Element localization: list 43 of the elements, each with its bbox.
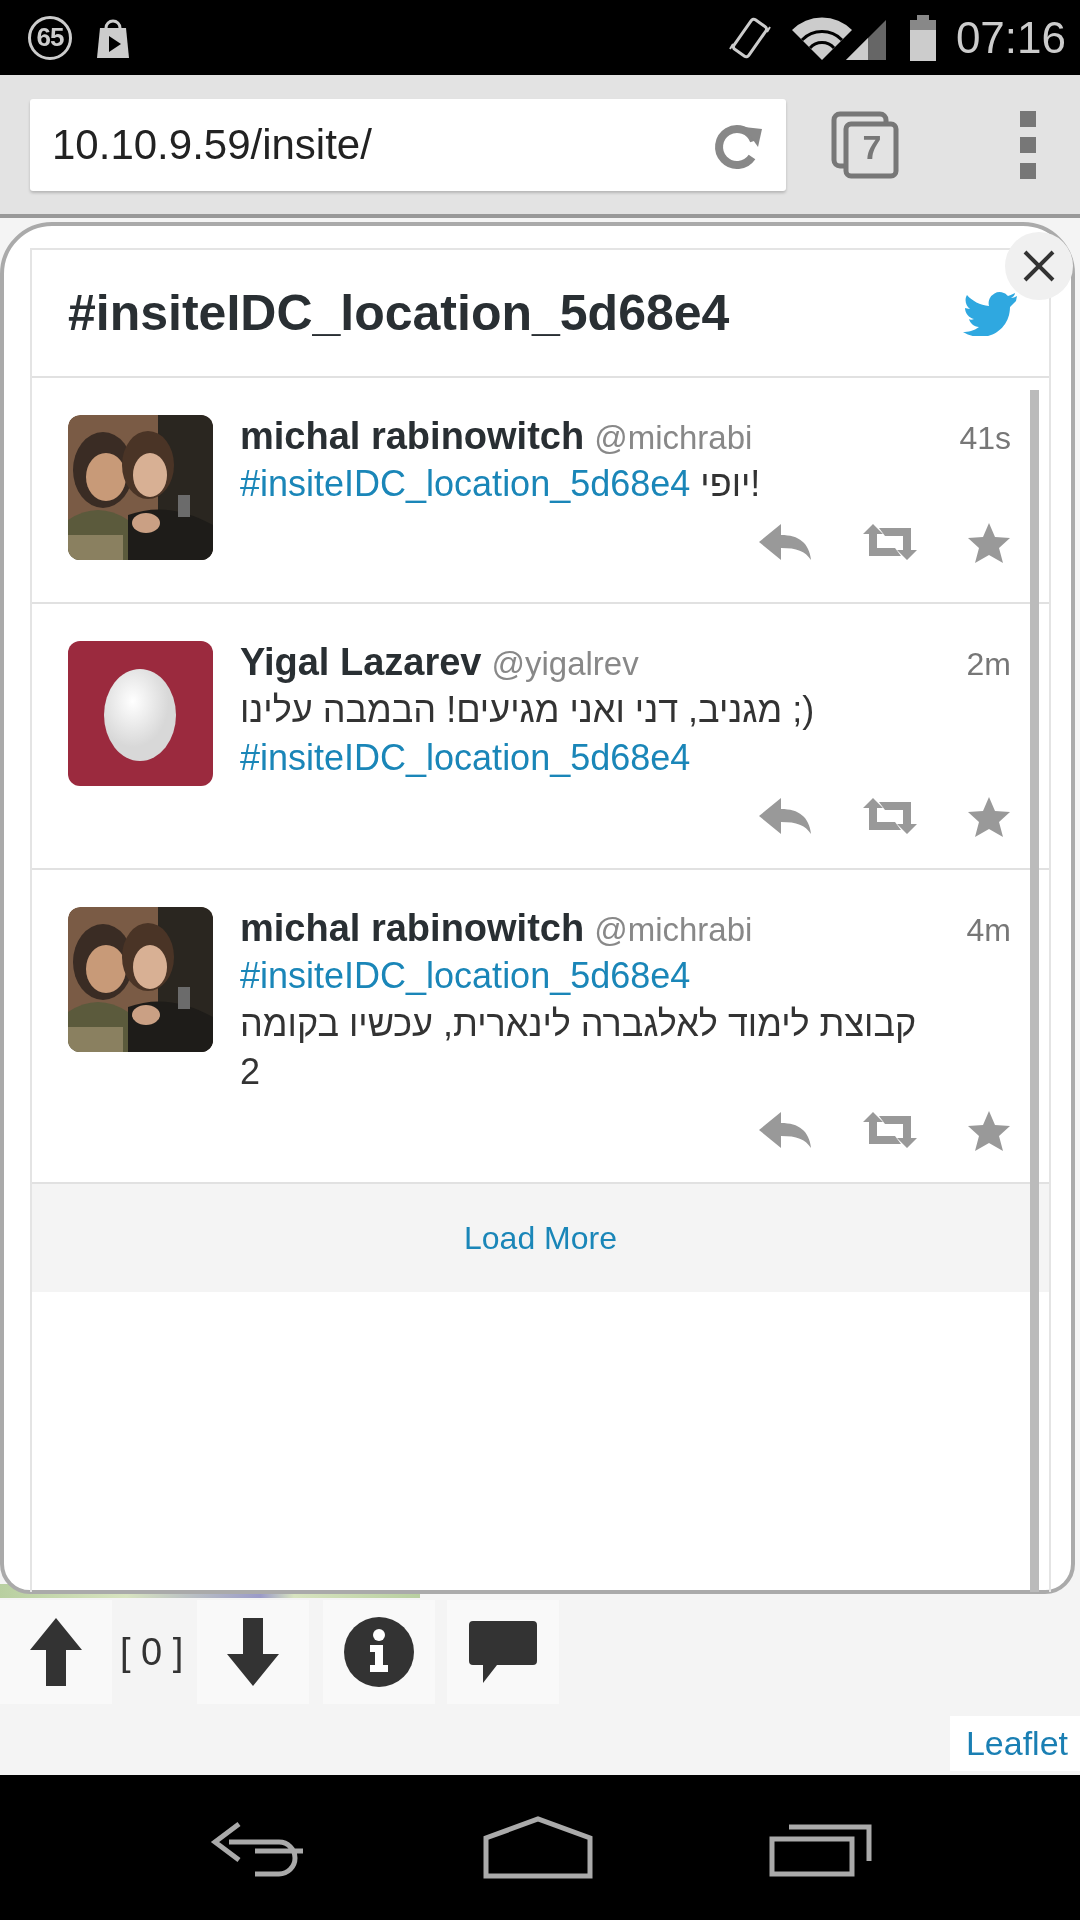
tweet-time[interactable]: 41s xyxy=(959,420,1011,457)
author-handle[interactable]: @yigalrev xyxy=(491,645,957,683)
home-icon[interactable] xyxy=(482,1815,594,1880)
up-arrow-icon xyxy=(28,1616,84,1688)
tabs-icon xyxy=(830,109,900,180)
tweet-time[interactable]: 4m xyxy=(966,912,1011,949)
down-arrow-icon xyxy=(225,1616,282,1688)
speech-bubble-icon xyxy=(467,1619,540,1685)
up-button[interactable] xyxy=(0,1600,112,1704)
address-bar[interactable]: 10.10.9.59/insite/ xyxy=(30,98,786,191)
info-button[interactable] xyxy=(323,1600,436,1704)
hashtag-link[interactable]: #insiteIDC_location_5d68e4 xyxy=(240,737,691,778)
hashtag-title: #insiteIDC_location_5d68e4 xyxy=(68,284,731,342)
bird-icon xyxy=(963,290,1019,336)
reply-icon[interactable] xyxy=(757,1110,813,1150)
author-handle[interactable]: @michrabi xyxy=(594,911,957,949)
star-icon[interactable] xyxy=(967,522,1011,564)
reply-icon[interactable] xyxy=(757,796,813,836)
star-icon[interactable] xyxy=(967,796,1011,838)
author-name[interactable]: Yigal Lazarev xyxy=(240,641,482,684)
notification-count-badge: 65 xyxy=(28,15,72,60)
tweet-time[interactable]: 2m xyxy=(966,646,1011,683)
hashtag-link[interactable]: #insiteIDC_location_5d68e4 xyxy=(240,463,691,504)
clock-time: 07:16 xyxy=(955,12,1066,63)
battery-icon xyxy=(907,14,938,61)
author-name[interactable]: michal rabinowitch xyxy=(240,415,585,458)
close-button[interactable] xyxy=(1005,232,1073,300)
star-icon[interactable] xyxy=(967,1110,1011,1152)
egg-avatar-icon xyxy=(68,641,213,786)
tab-switcher-button[interactable]: 7 xyxy=(830,109,900,180)
comment-button[interactable] xyxy=(447,1600,560,1704)
close-icon xyxy=(1022,249,1056,283)
reply-icon[interactable] xyxy=(757,522,813,562)
menu-icon[interactable] xyxy=(1018,108,1038,181)
leaflet-link[interactable]: Leaflet xyxy=(949,1716,1080,1771)
author-name[interactable]: michal rabinowitch xyxy=(240,907,585,950)
load-more-link[interactable]: Load More xyxy=(464,1219,617,1257)
down-button[interactable] xyxy=(197,1600,310,1704)
scrollbar[interactable] xyxy=(1030,390,1039,1592)
counter-text: [ 0 ] xyxy=(120,1630,184,1674)
author-handle[interactable]: @michrabi xyxy=(594,419,950,457)
hashtag-link[interactable]: #insiteIDC_location_5d68e4 xyxy=(240,955,691,996)
info-icon xyxy=(343,1616,416,1688)
